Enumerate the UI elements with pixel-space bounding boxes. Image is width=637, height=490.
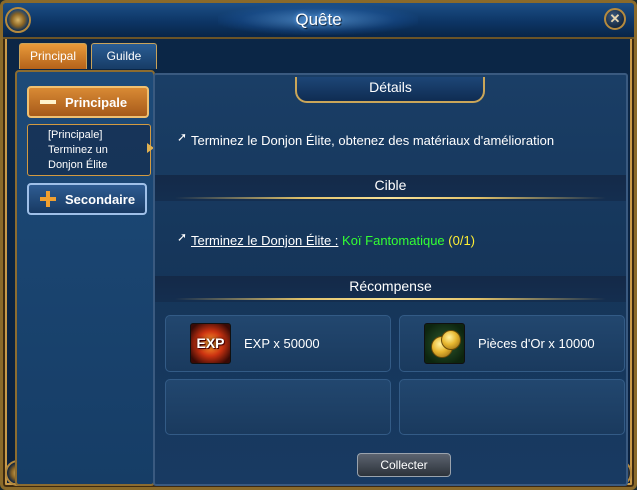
recompense-header-divider	[175, 298, 606, 300]
cible-header-divider	[175, 197, 606, 199]
exp-icon-text: EXP	[196, 335, 225, 351]
corner-ornament-top-left	[5, 7, 31, 33]
close-button[interactable]: ✕	[604, 8, 626, 30]
quest-window: Quête ✕ Principal Guilde Principale [Pri…	[0, 0, 637, 490]
objective-progress: (0/1)	[448, 233, 476, 248]
details-section-header: Détails	[155, 77, 626, 103]
details-description: ➚ Terminez le Donjon Élite, obtenez des …	[177, 130, 555, 148]
reward-slot-gold[interactable]: Pièces d'Or x 10000	[399, 315, 625, 372]
minus-icon	[39, 93, 57, 111]
secondaire-category-label: Secondaire	[65, 191, 136, 207]
bullet-arrow-icon: ➚	[177, 130, 188, 144]
reward-gold-label: Pièces d'Or x 10000	[478, 336, 595, 351]
quest-item-line-2: Terminez un	[48, 144, 108, 156]
recompense-section-header: Récompense	[155, 276, 626, 302]
exp-icon: EXP	[190, 323, 231, 364]
principale-category-button[interactable]: Principale	[27, 86, 149, 118]
collect-button[interactable]: Collecter	[357, 453, 451, 477]
secondaire-category-button[interactable]: Secondaire	[27, 183, 147, 215]
details-header-label: Détails	[369, 79, 412, 95]
tab-principal[interactable]: Principal	[19, 43, 87, 69]
tab-guilde[interactable]: Guilde	[91, 43, 157, 69]
reward-slot-exp[interactable]: EXP EXP x 50000	[165, 315, 391, 372]
quest-detail-panel: Détails ➚ Terminez le Donjon Élite, obte…	[153, 73, 628, 486]
objective-link[interactable]: Terminez le Donjon Élite :	[191, 233, 338, 248]
principale-category-label: Principale	[65, 94, 128, 110]
gold-coins-icon	[424, 323, 465, 364]
window-title: Quête	[295, 10, 342, 29]
coin-shape	[441, 330, 461, 350]
reward-exp-label: EXP x 50000	[244, 336, 320, 351]
details-description-text: Terminez le Donjon Élite, obtenez des ma…	[191, 133, 555, 148]
plus-icon	[39, 190, 57, 208]
reward-slot-empty	[165, 379, 391, 435]
target-objective: ➚ Terminez le Donjon Élite : Koï Fantoma…	[177, 230, 476, 248]
recompense-header-label: Récompense	[349, 278, 432, 294]
monster-name: Koï Fantomatique	[342, 233, 445, 248]
cible-section-header: Cible	[155, 175, 626, 201]
quest-item-line-3: Donjon Élite	[48, 159, 108, 171]
reward-slot-empty	[399, 379, 625, 435]
quest-item-line-1: [Principale]	[48, 129, 103, 141]
title-bar[interactable]: Quête ✕	[3, 3, 634, 39]
quest-list-item[interactable]: [Principale] Terminez un Donjon Élite	[27, 124, 151, 176]
bullet-arrow-icon: ➚	[177, 230, 188, 244]
quest-category-panel: Principale [Principale] Terminez un Donj…	[15, 70, 155, 486]
cible-header-label: Cible	[374, 177, 407, 193]
